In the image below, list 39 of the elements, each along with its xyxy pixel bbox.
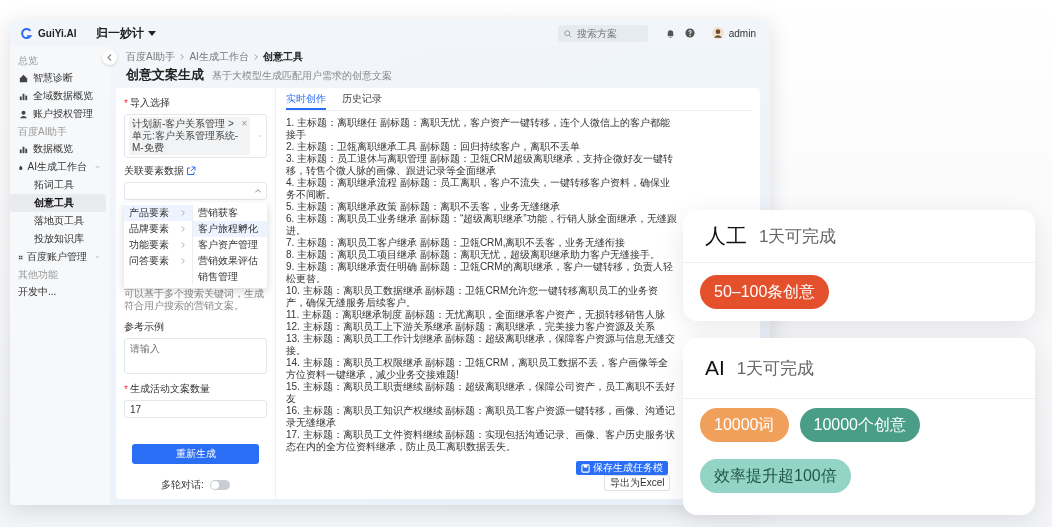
stat-pill: 10000个创意 <box>799 408 920 442</box>
result-line: 16. 主标题：离职员工知识产权继续 副标题：离职员工客户资源一键转移，画像、沟通记录无缝继承 <box>286 405 677 429</box>
section-title: 其他功能 <box>17 268 59 282</box>
result-line: 12. 主标题：离职员工上下游关系继承 副标题：离职继承，完美接力客户资源及关系 <box>286 321 657 333</box>
page-subtitle: 基于大模型生成匹配用户需求的创意文案 <box>212 69 392 83</box>
field-label: * 导入选择 <box>124 96 171 110</box>
card-subtitle: 1天可完成 <box>736 357 815 380</box>
result-line: 11. 主标题：离职继承制度 副标题：无忧离职，全面继承客户资产，无损转移销售人脉 <box>286 309 666 321</box>
result-line: 9. 主标题：离职继承责任明确 副标题：卫瓴CRM的离职继承，客户一键转移，负责人轻松更替。 <box>286 261 674 285</box>
section-title: 总览 <box>17 54 39 68</box>
section-title: 百度AI助手 <box>17 125 69 139</box>
field-label: 关联要素数据 <box>124 164 184 178</box>
result-line: 2. 主标题：卫瓴离职继承工具 副标题：回归持续客户，离职不丢单 <box>286 141 581 153</box>
field-label: 参考示例 <box>124 320 165 334</box>
field-hint: 可以基于多个搜索关键词，生成符合用户搜索的营销文案。 <box>124 288 265 312</box>
logo-text: GuiYi.AI <box>38 27 77 39</box>
result-line: 4. 主标题：离职继承流程 副标题：员工离职，客户不流失，一键转移客户资料，确保业务不间断。 <box>286 177 671 201</box>
result-line: 14. 主标题：离职员工权限继承 副标题：卫瓴CRM，离职员工数据不丢，客户画像等全方位资料一键继承，减少业务交接难题! <box>286 357 670 381</box>
toggle-label: 多轮对话: <box>161 478 204 492</box>
result-line: 6. 主标题：离职员工业务继承 副标题：“超级离职继承”功能，行销人脉全面继承，无缝跟进。 <box>286 213 678 237</box>
result-line: 13. 主标题：离职员工工作计划继承 副标题：超级离职继承，保障客户资源与信息无缝交接。 <box>286 333 677 357</box>
result-line: 8. 主标题：离职员工项目继承 副标题：离职无忧，超级离职继承助力客户无缝接手。 <box>286 249 661 261</box>
user-name: admin <box>728 27 756 39</box>
field-label: * 生成活动文案数量 <box>124 382 211 396</box>
page-title: 创意文案生成 <box>126 66 204 84</box>
stat-pill: 效率提升超100倍 <box>700 459 851 493</box>
result-line: 10. 主标题：离职员工数据继承 副标题：卫瓴CRM允许您一键转移离职员工的业务资产，确保无缝服务后续客户。 <box>286 285 660 309</box>
result-line: 15. 主标题：离职员工职责继续 副标题：超级离职继承，保障公司资产，员工离职不丢好友 <box>286 381 677 405</box>
result-line: 1. 主标题：离职继任 副标题：离职无忧，客户资产一键转移，连个人微信上的客户都能接手 <box>286 117 671 141</box>
stat-pill: 10000词 <box>700 408 789 442</box>
stat-pill: 50–100条创意 <box>700 275 830 309</box>
result-line: 3. 主标题：员工退休与离职管理 副标题：卫瓴CRM超级离职继承，支持企微好友一键转移，转售个微人脉的画像、跟进记录等全面继承 <box>286 153 674 177</box>
result-line: 5. 主标题：离职继承政策 副标题：离职不丢客，业务无缝继承 <box>286 201 561 213</box>
result-line: 17. 主标题：离职员工文件资料继续 副标题：实现包括沟通记录、画像、客户历史服务状态在内的全方位资料继承，防止员工离职数据丢失。 <box>286 429 677 453</box>
result-line: 7. 主标题：离职员工客户继承 副标题：卫瓴CRM,离职不丢客，业务无缝衔接 <box>286 237 627 249</box>
card-title: 人工 <box>705 223 747 249</box>
card-subtitle: 1天可完成 <box>759 225 837 248</box>
card-title: AI <box>705 356 725 380</box>
selected-tag: 计划新-客户关系管理 > 单元:客户关系管理系统-M-免费 × <box>129 117 251 155</box>
